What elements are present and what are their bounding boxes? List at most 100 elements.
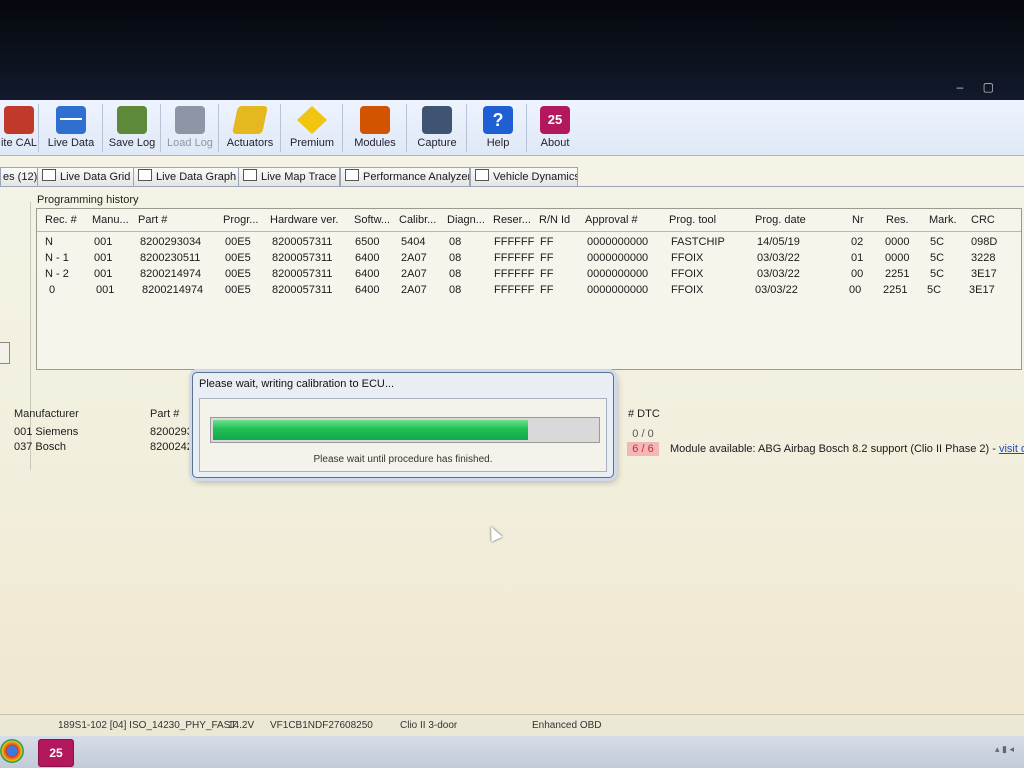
- dialog-title: Please wait, writing calibration to ECU.…: [199, 378, 395, 390]
- cell-part: 8200214974: [140, 268, 202, 280]
- col-module-part[interactable]: Part #: [150, 408, 179, 420]
- cell-reserved: FFFFFF: [494, 284, 535, 296]
- cell-res: 0000: [885, 252, 910, 264]
- table-row[interactable]: 0 001 8200214974 00E5 8200057311 6400 2A…: [37, 283, 1021, 299]
- window-controls[interactable]: – ▢: [957, 80, 1002, 94]
- col-crc[interactable]: CRC: [971, 214, 995, 226]
- col-hardware[interactable]: Hardware ver.: [270, 214, 338, 226]
- about-button[interactable]: 25 About: [528, 104, 582, 152]
- module-manufacturer[interactable]: 001 Siemens: [14, 426, 78, 438]
- modules-label: Modules: [354, 137, 396, 149]
- col-prog-date[interactable]: Prog. date: [755, 214, 806, 226]
- col-part[interactable]: Part #: [138, 214, 167, 226]
- status-vehicle: Clio II 3-door: [400, 720, 458, 731]
- live-data-icon: [56, 106, 86, 134]
- col-diagnostic[interactable]: Diagn...: [447, 214, 485, 226]
- col-prog-tool[interactable]: Prog. tool: [669, 214, 716, 226]
- tab-live-data-graph[interactable]: Live Data Graph: [133, 167, 239, 186]
- main-toolbar: ite CAL Live Data Save Log Load Log Actu…: [0, 100, 1024, 156]
- live-data-button[interactable]: Live Data: [40, 104, 103, 152]
- app-window: ite CAL Live Data Save Log Load Log Actu…: [0, 100, 1024, 768]
- col-rn-id[interactable]: R/N Id: [539, 214, 570, 226]
- write-cal-button[interactable]: ite CAL: [0, 104, 39, 152]
- cell-mark: 5C: [930, 236, 945, 248]
- cell-calibration: 2A07: [401, 252, 427, 264]
- side-panel-edge[interactable]: [0, 342, 10, 364]
- col-program[interactable]: Progr...: [223, 214, 258, 226]
- about-icon: 25: [540, 106, 570, 134]
- premium-icon: [297, 106, 327, 134]
- tab-live-data-grid[interactable]: Live Data Grid: [37, 167, 135, 186]
- live-data-label: Live Data: [47, 137, 95, 149]
- col-calibration[interactable]: Calibr...: [399, 214, 436, 226]
- cell-res: 2251: [885, 268, 910, 280]
- status-bar: 189S1-102 [04] ISO_14230_PHY_FAST 14.2V …: [0, 714, 1024, 737]
- tab-live-map-trace[interactable]: Live Map Trace: [238, 167, 340, 186]
- col-software[interactable]: Softw...: [354, 214, 390, 226]
- col-rec[interactable]: Rec. #: [45, 214, 77, 226]
- cell-hardware: 8200057311: [272, 252, 333, 264]
- save-log-label: Save Log: [108, 137, 156, 149]
- capture-button[interactable]: Capture: [408, 104, 467, 152]
- map-icon: [243, 169, 257, 181]
- table-row[interactable]: N 001 8200293034 00E5 8200057311 6500 54…: [37, 235, 1021, 251]
- taskbar: 25 ▴ ▮ ◂: [0, 736, 1024, 768]
- mouse-cursor-icon: [485, 524, 503, 542]
- about-label: About: [540, 137, 570, 149]
- app-taskbar-button[interactable]: 25: [38, 739, 74, 767]
- cell-software: 6400: [355, 268, 380, 280]
- cell-approval: 0000000000: [587, 268, 649, 280]
- cell-rec: N: [45, 236, 53, 248]
- capture-icon: [422, 106, 452, 134]
- cell-manufacturer: 001: [96, 284, 115, 296]
- premium-button[interactable]: Premium: [282, 104, 343, 152]
- module-manufacturer[interactable]: 037 Bosch: [14, 441, 66, 453]
- help-button[interactable]: ? Help: [470, 104, 527, 152]
- cell-prog-tool: FFOIX: [671, 284, 704, 296]
- table-row[interactable]: N - 1 001 8200230511 00E5 8200057311 640…: [37, 251, 1021, 267]
- cell-approval: 0000000000: [587, 284, 649, 296]
- cell-part: 8200214974: [142, 284, 204, 296]
- col-approval[interactable]: Approval #: [585, 214, 638, 226]
- system-tray-icon[interactable]: ▴ ▮ ◂: [995, 744, 1014, 755]
- cell-diagnostic: 08: [449, 284, 462, 296]
- table-row[interactable]: N - 2 001 8200214974 00E5 8200057311 640…: [37, 267, 1021, 283]
- col-res[interactable]: Res.: [886, 214, 909, 226]
- modules-button[interactable]: Modules: [344, 104, 407, 152]
- tab-vehicle-dynamics[interactable]: Vehicle Dynamics: [470, 167, 578, 186]
- save-log-button[interactable]: Save Log: [104, 104, 161, 152]
- col-module-manufacturer[interactable]: Manufacturer: [14, 408, 79, 420]
- cell-rn-id: FF: [540, 252, 554, 264]
- browser-taskbar-icon[interactable]: [0, 739, 24, 763]
- module-dtc-count[interactable]: 6 / 6: [627, 442, 659, 456]
- cell-mark: 5C: [930, 252, 945, 264]
- cell-rec: N - 1: [45, 252, 69, 264]
- cell-calibration: 5404: [401, 236, 426, 248]
- col-reserved[interactable]: Reser...: [493, 214, 531, 226]
- col-module-dtc[interactable]: # DTC: [628, 408, 660, 420]
- module-part[interactable]: 8200242: [150, 441, 193, 453]
- cell-rn-id: FF: [540, 236, 554, 248]
- cell-prog-date: 03/03/22: [757, 268, 800, 280]
- module-dtc-count[interactable]: 0 / 0: [627, 427, 659, 441]
- load-log-icon: [175, 106, 205, 134]
- visit-our-shop-link[interactable]: visit our sh: [999, 443, 1024, 455]
- tab-performance-analyzer[interactable]: Performance Analyzer: [340, 167, 470, 186]
- col-mark[interactable]: Mark.: [929, 214, 957, 226]
- cell-diagnostic: 08: [449, 236, 462, 248]
- col-manufacturer[interactable]: Manu...: [92, 214, 129, 226]
- actuators-label: Actuators: [226, 137, 274, 149]
- actuators-button[interactable]: Actuators: [220, 104, 281, 152]
- col-nr[interactable]: Nr: [852, 214, 864, 226]
- cell-program: 00E5: [225, 236, 251, 248]
- monitor-bezel: [0, 0, 1024, 100]
- cell-reserved: FFFFFF: [494, 252, 535, 264]
- load-log-button[interactable]: Load Log: [162, 104, 219, 152]
- modules-icon: [360, 106, 390, 134]
- cell-software: 6400: [355, 252, 380, 264]
- cell-prog-tool: FASTCHIP: [671, 236, 725, 248]
- module-part[interactable]: 8200293: [150, 426, 193, 438]
- cell-part: 8200293034: [140, 236, 202, 248]
- tab-live-data-graph-label: Live Data Graph: [156, 171, 237, 183]
- cell-software: 6400: [355, 284, 380, 296]
